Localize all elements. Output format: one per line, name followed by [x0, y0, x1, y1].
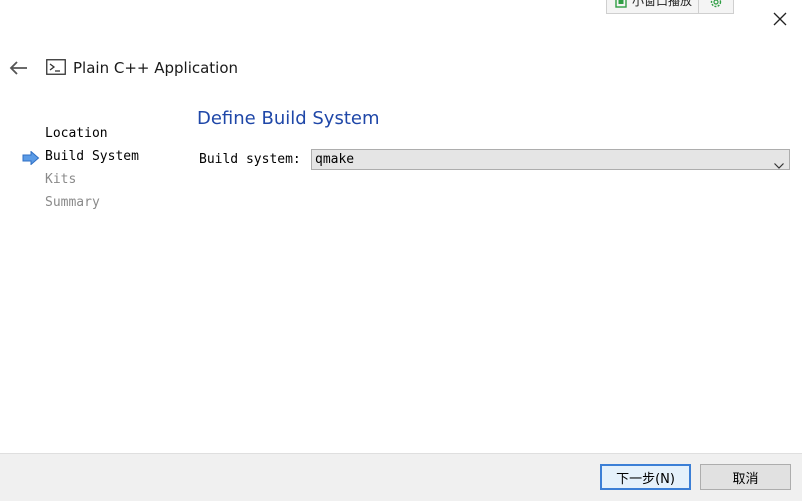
terminal-icon [46, 59, 66, 75]
mini-window-button[interactable]: 小窗口播放 [607, 0, 700, 13]
step-summary: Summary [45, 195, 100, 210]
mini-window-toolbar: 小窗口播放 [606, 0, 734, 14]
next-button[interactable]: 下一步(N) [600, 464, 691, 490]
close-icon[interactable] [770, 9, 790, 29]
gear-icon[interactable] [699, 0, 733, 13]
wizard-header: Plain C++ Application [0, 56, 600, 80]
current-step-arrow-icon [22, 150, 40, 166]
wizard-footer: 下一步(N) 取消 [0, 453, 802, 501]
build-system-select[interactable]: qmake [311, 149, 790, 170]
step-build-system: Build System [45, 149, 139, 164]
page-title: Define Build System [197, 108, 380, 129]
mini-window-label: 小窗口播放 [632, 0, 693, 8]
build-system-label: Build system: [199, 152, 301, 167]
wizard-title: Plain C++ Application [73, 59, 239, 77]
chevron-down-icon [774, 155, 784, 169]
mini-window-icon [615, 0, 627, 13]
back-arrow-icon[interactable] [8, 59, 30, 77]
step-kits: Kits [45, 172, 77, 187]
build-system-value: qmake [315, 152, 355, 167]
step-location: Location [45, 126, 108, 141]
cancel-button[interactable]: 取消 [700, 464, 791, 490]
